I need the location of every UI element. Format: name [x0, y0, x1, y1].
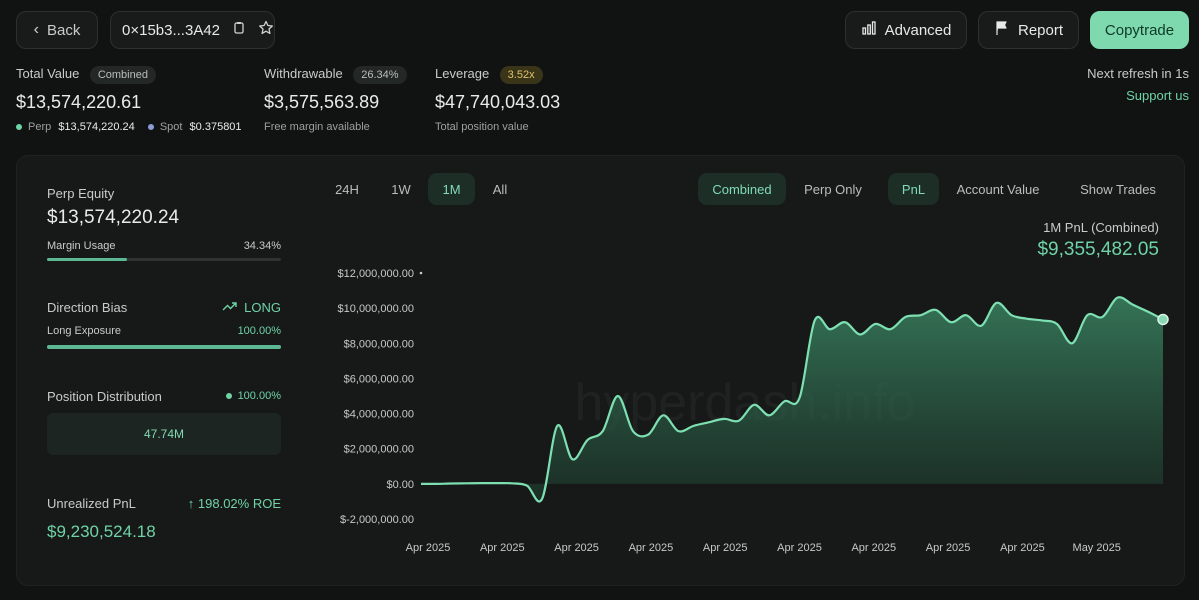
x-tick-label: Apr 2025	[851, 542, 896, 554]
pnl-chart[interactable]: hyperdash.info $12,000,000.00$10,000,000…	[0, 0, 1199, 600]
y-tick-label: $6,000,000.00	[344, 373, 414, 385]
y-tick-label: $10,000,000.00	[338, 303, 414, 315]
x-tick-label: Apr 2025	[629, 542, 674, 554]
y-tick-label: $0.00	[386, 479, 414, 491]
x-tick-label: May 2025	[1073, 542, 1121, 554]
x-tick-label: Apr 2025	[703, 542, 748, 554]
x-tick-label: Apr 2025	[926, 542, 971, 554]
axis-dot	[419, 271, 423, 275]
y-tick-label: $-2,000,000.00	[340, 514, 414, 526]
y-tick-label: $4,000,000.00	[344, 409, 414, 421]
y-tick-label: $2,000,000.00	[344, 444, 414, 456]
last-point-marker	[1157, 313, 1169, 326]
y-tick-label: $12,000,000.00	[338, 268, 414, 280]
x-tick-label: Apr 2025	[406, 542, 451, 554]
y-tick-label: $8,000,000.00	[344, 338, 414, 350]
x-tick-label: Apr 2025	[480, 542, 525, 554]
x-tick-label: Apr 2025	[777, 542, 822, 554]
x-tick-label: Apr 2025	[554, 542, 599, 554]
x-tick-label: Apr 2025	[1000, 542, 1045, 554]
